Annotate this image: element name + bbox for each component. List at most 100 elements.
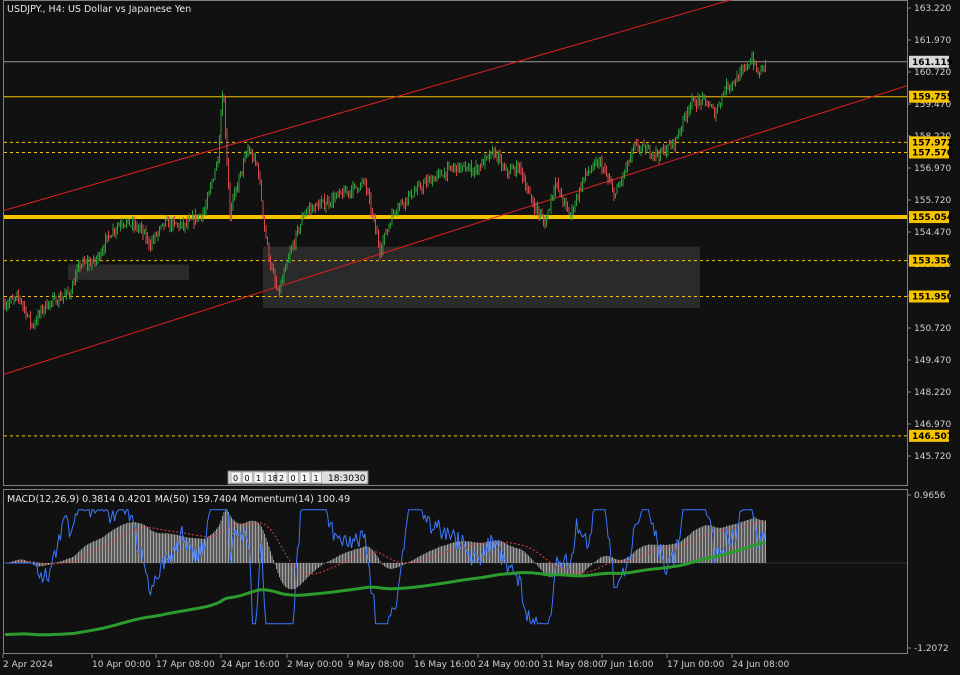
bull-candle (238, 176, 240, 188)
bull-candle (61, 297, 63, 300)
price-tick-label: 161.970 (914, 36, 951, 46)
bull-candle (579, 187, 580, 198)
bull-candle (502, 166, 504, 168)
bear-candle (277, 288, 279, 291)
bear-candle (174, 220, 175, 223)
bull-candle (571, 207, 573, 215)
bear-candle (136, 224, 138, 229)
bull-candle (691, 98, 693, 104)
bear-candle (225, 102, 226, 134)
bear-candle (712, 106, 714, 109)
bull-candle (235, 188, 237, 192)
bull-candle (546, 217, 547, 227)
level-badge-label: 157.576 (912, 148, 953, 158)
time-tick-label: 10 Apr 00:00 (92, 660, 151, 670)
bull-candle (135, 224, 136, 227)
bull-candle (424, 180, 426, 184)
bull-candle (540, 214, 541, 216)
bull-candle (189, 219, 190, 221)
bull-candle (592, 163, 594, 170)
bull-candle (622, 173, 624, 181)
bull-candle (54, 296, 55, 298)
bull-candle (361, 182, 363, 184)
bull-candle (169, 221, 171, 228)
bull-candle (120, 225, 121, 227)
bull-candle (363, 180, 364, 183)
bull-candle (291, 248, 292, 253)
bull-candle (166, 219, 168, 221)
bull-candle (34, 322, 36, 326)
bear-candle (276, 281, 277, 289)
bull-candle (282, 279, 283, 283)
bear-candle (450, 166, 451, 169)
bear-candle (747, 64, 748, 68)
bear-candle (565, 200, 567, 205)
bear-candle (708, 105, 709, 107)
bear-candle (4, 303, 6, 309)
bull-candle (138, 228, 139, 230)
bull-candle (594, 163, 595, 165)
bull-candle (106, 235, 108, 239)
bull-candle (432, 178, 433, 184)
period-box-label: 0 (245, 474, 250, 483)
bear-candle (433, 178, 435, 182)
bull-candle (27, 315, 28, 317)
bull-candle (301, 216, 303, 225)
bear-candle (163, 223, 165, 226)
bull-candle (250, 152, 252, 154)
bull-candle (475, 166, 477, 170)
bull-candle (93, 258, 94, 263)
bear-candle (379, 244, 381, 254)
bear-candle (456, 165, 457, 172)
bull-candle (555, 183, 556, 191)
bear-candle (705, 96, 706, 101)
bull-candle (405, 197, 406, 205)
bear-candle (520, 163, 522, 170)
period-box-label: 0 (233, 474, 238, 483)
bear-candle (294, 244, 295, 246)
bull-candle (735, 82, 736, 84)
bull-candle (447, 166, 448, 177)
bull-candle (720, 102, 721, 106)
bull-candle (478, 165, 480, 172)
time-tick-label: 9 May 08:00 (348, 660, 404, 670)
scroll-box[interactable]: 0 0 1 18 2 0 1 1 18:30 30 (227, 470, 369, 485)
bear-candle (175, 222, 177, 225)
bull-candle (6, 305, 7, 309)
bear-candle (420, 184, 421, 189)
bear-candle (733, 81, 735, 83)
bull-candle (105, 238, 106, 249)
bear-candle (699, 98, 700, 101)
bull-candle (741, 70, 742, 72)
bear-candle (639, 148, 640, 151)
period-box-label: 0 (291, 474, 296, 483)
bull-candle (582, 180, 583, 190)
bear-candle (342, 193, 343, 197)
bear-candle (714, 108, 715, 118)
bull-candle (684, 116, 685, 118)
bull-candle (286, 262, 288, 266)
bull-candle (690, 103, 691, 110)
bear-candle (711, 105, 712, 107)
level-badge-label: 155.054 (912, 213, 953, 223)
bull-candle (147, 238, 148, 240)
level-badge-label: 159.755 (912, 93, 953, 103)
chart-window[interactable]: 163.220161.970160.720159.470158.220156.9… (0, 0, 960, 675)
bear-candle (364, 180, 366, 183)
bear-candle (178, 224, 180, 228)
bull-candle (81, 265, 82, 267)
bear-candle (142, 227, 144, 234)
bull-candle (672, 140, 673, 147)
bear-candle (489, 154, 490, 159)
bear-candle (145, 231, 147, 240)
bear-candle (114, 229, 115, 233)
bear-candle (355, 184, 357, 188)
price-tick-label: 150.720 (914, 324, 951, 334)
price-tick-label: 148.220 (914, 388, 951, 398)
bull-candle (490, 151, 492, 159)
bear-candle (252, 152, 253, 160)
bull-candle (688, 109, 690, 112)
bull-candle (172, 220, 174, 228)
bear-candle (108, 235, 109, 237)
bear-candle (24, 305, 25, 308)
